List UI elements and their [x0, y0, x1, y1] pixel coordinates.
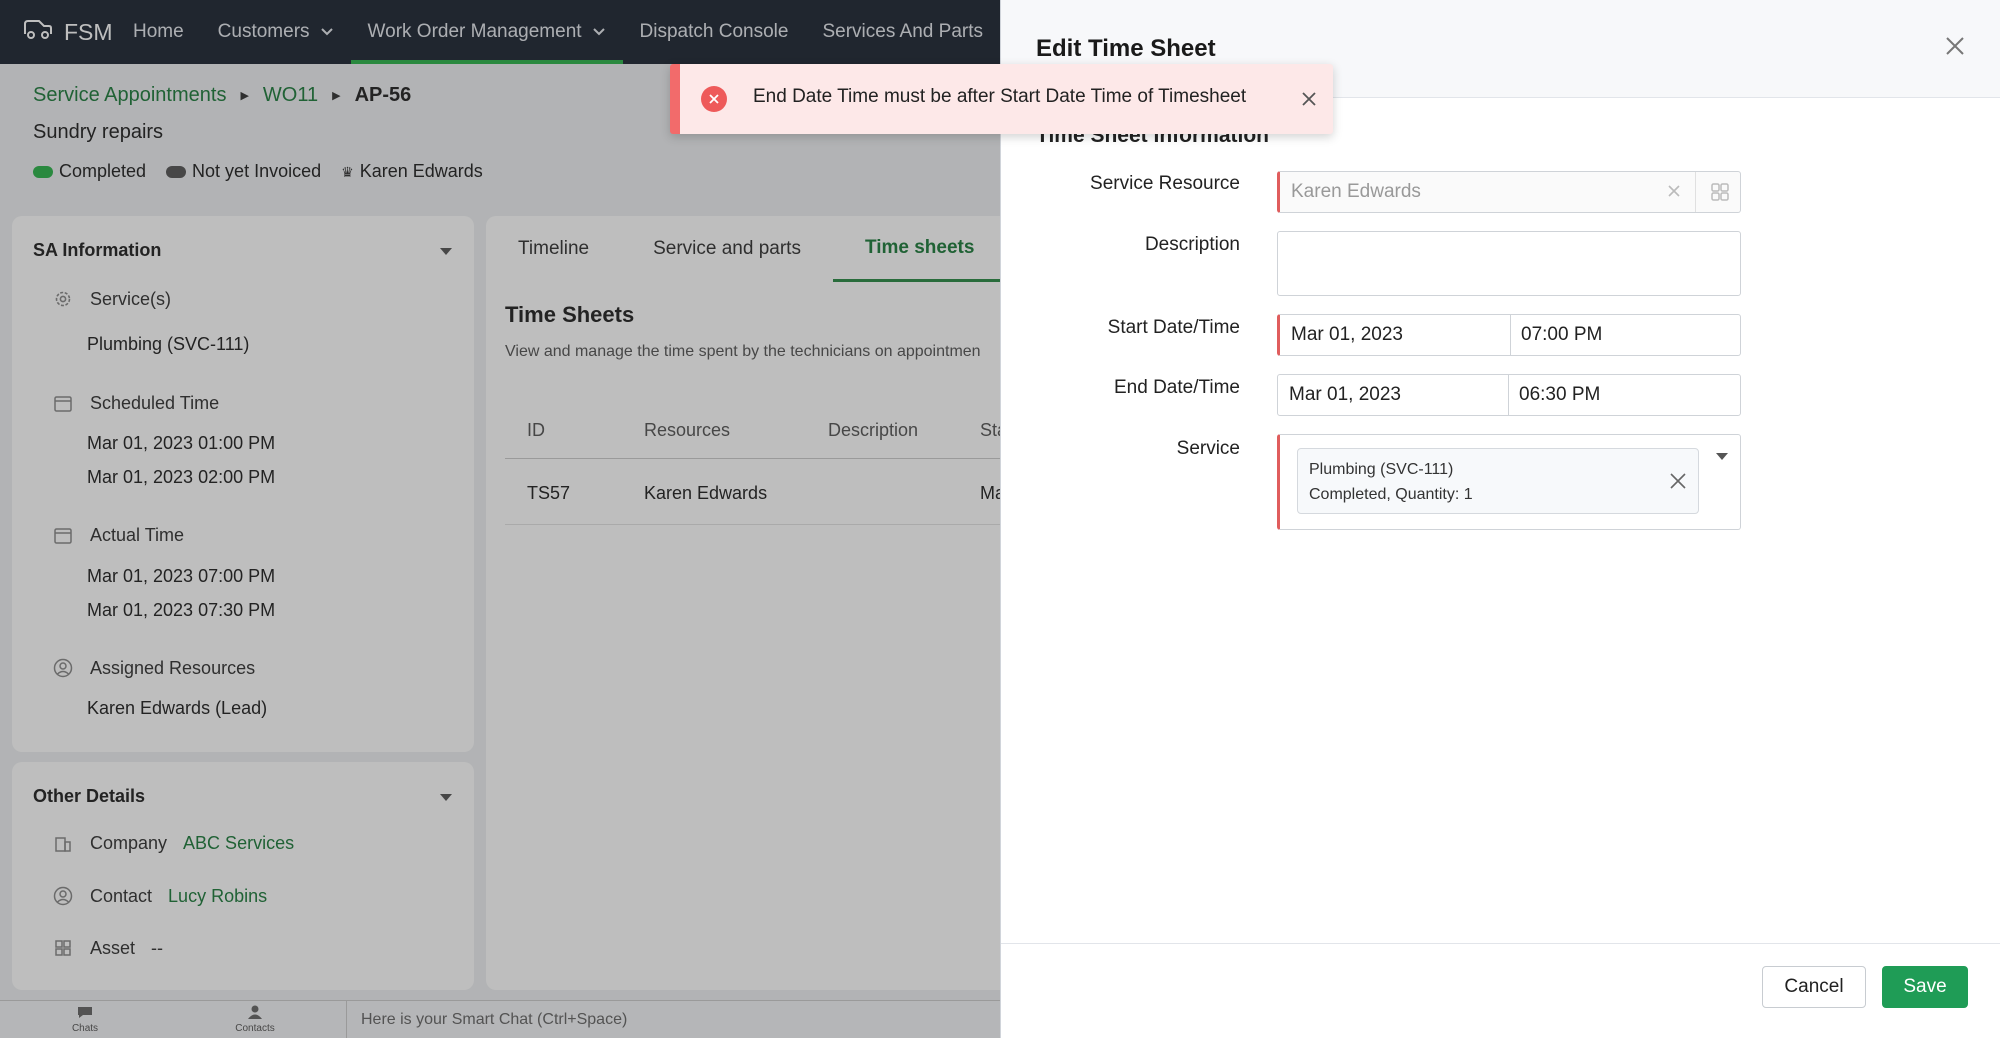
field-divider: [1695, 172, 1696, 212]
service-chip-detail: Completed, Quantity: 1: [1309, 486, 1473, 503]
remove-chip-icon[interactable]: [1668, 471, 1688, 496]
service-multiselect[interactable]: Plumbing (SVC-111) Completed, Quantity: …: [1277, 434, 1741, 530]
service-resource-field[interactable]: Karen Edwards: [1277, 171, 1741, 213]
start-date-input[interactable]: Mar 01, 2023: [1291, 324, 1403, 346]
end-time-input[interactable]: 06:30 PM: [1519, 384, 1600, 406]
service-chip-title: Plumbing (SVC-111): [1309, 461, 1454, 478]
service-label: Service: [1176, 438, 1240, 459]
field-divider: [1508, 375, 1509, 415]
start-datetime-field: Mar 01, 2023 07:00 PM: [1277, 314, 1741, 356]
drawer-footer: Cancel Save: [1001, 943, 2000, 1038]
service-resource-label: Service Resource: [1090, 173, 1240, 194]
close-icon[interactable]: [1300, 90, 1318, 108]
drawer-title: Edit Time Sheet: [1036, 35, 1216, 62]
error-message: End Date Time must be after Start Date T…: [753, 86, 1247, 107]
edit-time-sheet-drawer: Edit Time Sheet Time Sheet Information S…: [1000, 0, 2000, 1038]
cancel-button[interactable]: Cancel: [1762, 966, 1866, 1008]
end-date-input[interactable]: Mar 01, 2023: [1289, 384, 1401, 406]
save-button[interactable]: Save: [1882, 966, 1968, 1008]
end-datetime-label: End Date/Time: [1113, 377, 1240, 398]
start-datetime-label: Start Date/Time: [1107, 317, 1240, 338]
modal-backdrop[interactable]: [0, 0, 1000, 1038]
description-field[interactable]: [1277, 231, 1741, 296]
error-toast: End Date Time must be after Start Date T…: [670, 64, 1333, 134]
end-datetime-field: Mar 01, 2023 06:30 PM: [1277, 374, 1741, 416]
service-resource-value: Karen Edwards: [1291, 181, 1421, 202]
description-label: Description: [1144, 234, 1240, 255]
service-chip: Plumbing (SVC-111) Completed, Quantity: …: [1297, 448, 1699, 514]
clear-icon[interactable]: [1667, 184, 1681, 203]
lookup-grid-icon[interactable]: [1710, 182, 1730, 207]
dropdown-caret-icon[interactable]: [1716, 453, 1728, 460]
error-icon: [701, 86, 727, 112]
start-time-input[interactable]: 07:00 PM: [1521, 324, 1602, 346]
field-divider: [1510, 315, 1511, 355]
close-icon[interactable]: [1943, 34, 1967, 58]
